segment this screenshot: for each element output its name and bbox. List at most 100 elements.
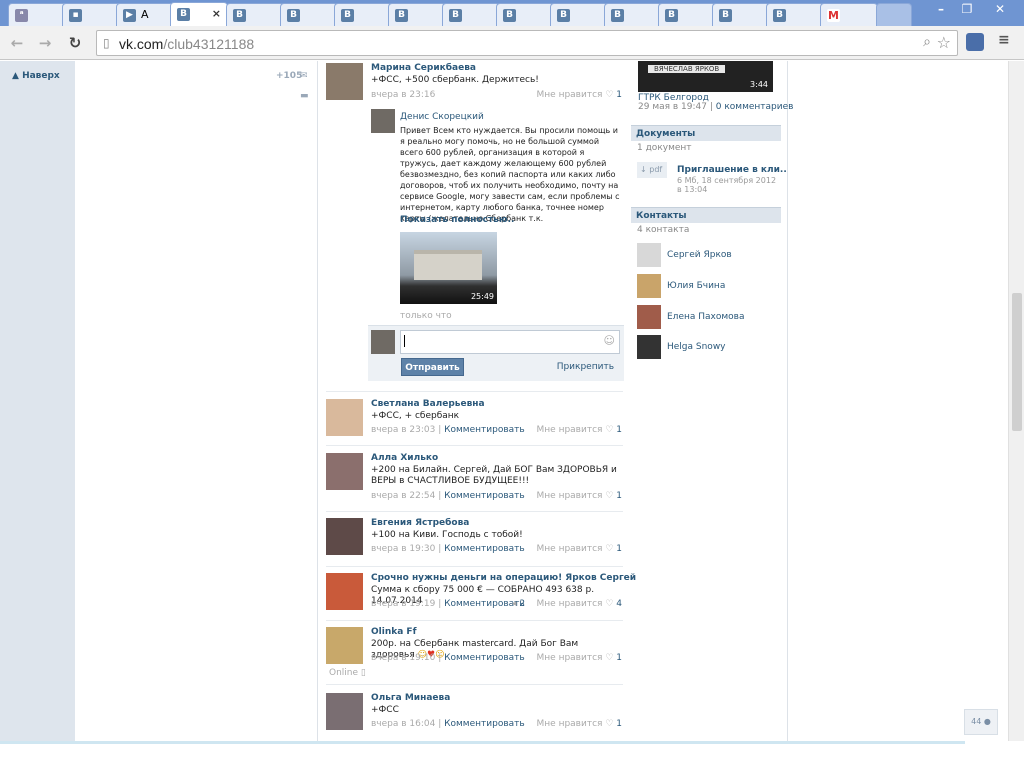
back-arrow-icon[interactable]: ← (6, 32, 28, 54)
comment-time[interactable]: вчера в 19:30 (371, 544, 435, 554)
extension-icon[interactable] (966, 33, 984, 51)
search-icon[interactable]: ⌕ (923, 34, 931, 50)
show-more-link[interactable]: Показать полностью.. (400, 215, 514, 225)
reply-time[interactable]: только что (400, 311, 452, 321)
tab-10[interactable]: B (496, 3, 554, 26)
video-comments-link[interactable]: 0 комментариев (716, 102, 794, 112)
like-button[interactable]: Мне нравится ♡ 1 (537, 90, 622, 100)
video-thumbnail[interactable]: 25:49 (400, 232, 497, 304)
tab-13[interactable]: B (658, 3, 716, 26)
heart-icon: ♡ (605, 653, 614, 663)
comment-time[interactable]: вчера в 23:16 (371, 90, 435, 100)
avatar[interactable] (326, 627, 363, 664)
message-icon[interactable]: ✉ (300, 71, 308, 81)
contact-item[interactable]: Helga Snowy (637, 335, 787, 361)
scrollbar[interactable] (1008, 61, 1024, 741)
tab-8[interactable]: B (388, 3, 446, 26)
contacts-header[interactable]: Контакты (631, 207, 781, 223)
tab-9[interactable]: B (442, 3, 500, 26)
avatar[interactable] (371, 109, 395, 133)
comment-time[interactable]: вчера в 23:03 (371, 425, 435, 435)
contact-name[interactable]: Елена Пахомова (667, 312, 744, 322)
like-button[interactable]: Мне нравится ♡ 1 (537, 491, 622, 501)
video-thumbnail[interactable]: ВЯЧЕСЛАВ ЯРКОВ 3:44 (638, 61, 773, 92)
comment-time[interactable]: вчера в 16:04 (371, 719, 435, 729)
attach-link[interactable]: Прикрепить (557, 362, 614, 372)
documents-header[interactable]: Документы (631, 125, 781, 141)
smile-icon[interactable]: ☺ (604, 334, 615, 347)
contact-name[interactable]: Helga Snowy (667, 342, 726, 352)
tab-5[interactable]: B (226, 3, 284, 26)
like-button[interactable]: Мне нравится ♡ 1 (537, 425, 622, 435)
back-to-top-link[interactable]: ▲ Наверх (12, 71, 60, 81)
comment-link[interactable]: Комментировать (444, 544, 525, 554)
comment-author[interactable]: Срочно нужны деньги на операцию! Ярков С… (371, 573, 636, 583)
vk-icon: B (395, 9, 408, 22)
horizontal-scrollbar[interactable] (0, 741, 965, 744)
online-friends-button[interactable]: 44 ● (964, 709, 998, 735)
tab-15[interactable]: B (766, 3, 824, 26)
comment-time[interactable]: вчера в 19:19 (371, 599, 435, 609)
comment-icon[interactable]: ▬ (300, 91, 309, 101)
comment-text: +ФСС (371, 705, 399, 715)
like-button[interactable]: Мне нравится ♡ 1 (537, 719, 622, 729)
back-to-top-label: Наверх (22, 71, 60, 81)
contact-item[interactable]: Елена Пахомова (637, 305, 787, 331)
avatar[interactable] (326, 399, 363, 436)
scrollbar-thumb[interactable] (1012, 293, 1022, 431)
tab-16[interactable]: M (820, 3, 878, 26)
avatar[interactable] (326, 573, 363, 610)
tab-active[interactable]: B × (170, 2, 228, 26)
tab-7[interactable]: B (334, 3, 392, 26)
comment-link[interactable]: Комментировать (444, 491, 525, 501)
tab-12[interactable]: B (604, 3, 662, 26)
contact-name[interactable]: Юлия Бчина (667, 281, 725, 291)
avatar[interactable] (326, 518, 363, 555)
tab-2[interactable]: ▪ (62, 3, 122, 26)
reply-input[interactable]: ☺ (400, 330, 620, 354)
close-tab-icon[interactable]: × (212, 7, 221, 20)
comment-author[interactable]: Светлана Валерьевна (371, 399, 485, 409)
address-bar[interactable]: ▯ vk.com/club43121188 ⌕ ☆ (96, 30, 958, 56)
like-button[interactable]: Мне нравится ♡ 1 (537, 653, 622, 663)
avatar[interactable] (326, 453, 363, 490)
tab-11[interactable]: B (550, 3, 608, 26)
minimize-icon[interactable]: – (928, 0, 954, 20)
comment-author[interactable]: Ольга Минаева (371, 693, 450, 703)
comment-link[interactable]: Комментировать (444, 653, 525, 663)
like-button[interactable]: Мне нравится ♡ 1 (537, 544, 622, 554)
bookmark-star-icon[interactable]: ☆ (937, 33, 951, 52)
contact-item[interactable]: Юлия Бчина (637, 274, 787, 300)
comment-link[interactable]: Комментировать (444, 719, 525, 729)
avatar[interactable] (326, 693, 363, 730)
comment-author[interactable]: Olinka Ff (371, 627, 416, 637)
like-button[interactable]: ◂ 2 Мне нравится ♡ 4 (512, 599, 622, 609)
comment-author[interactable]: Марина Серикбаева (371, 63, 476, 73)
tab-14[interactable]: B (712, 3, 770, 26)
contact-name[interactable]: Сергей Ярков (667, 250, 732, 260)
maximize-icon[interactable]: ❐ (954, 0, 980, 20)
share-icon[interactable]: ◂ (512, 599, 517, 609)
tab-1[interactable]: ᵃ (8, 3, 68, 26)
new-tab-button[interactable] (876, 3, 912, 26)
comment-author[interactable]: Алла Хилько (371, 453, 438, 463)
video-date: 29 мая в 19:47 (638, 102, 707, 112)
notifications-count[interactable]: +105 (276, 71, 302, 81)
tab-3[interactable]: ▶ А (116, 3, 176, 26)
close-window-icon[interactable]: ✕ (982, 0, 1018, 20)
contact-item[interactable]: Сергей Ярков (637, 243, 787, 269)
avatar[interactable] (326, 63, 363, 100)
comment-author[interactable]: Евгения Ястребова (371, 518, 469, 528)
divider (326, 445, 623, 446)
like-label: Мне нравится (536, 425, 603, 435)
reload-icon[interactable]: ↻ (64, 32, 86, 54)
comment-time[interactable]: вчера в 22:54 (371, 491, 435, 501)
reply-author[interactable]: Денис Скорецкий (400, 112, 484, 122)
comment-time[interactable]: вчера в 19:10 (371, 653, 435, 663)
comment-link[interactable]: Комментировать (444, 425, 525, 435)
send-button[interactable]: Отправить (401, 358, 464, 376)
menu-icon[interactable]: ≡ (998, 32, 1010, 48)
document-link[interactable]: Приглашение в кли.. (677, 165, 787, 175)
forward-arrow-icon[interactable]: → (34, 32, 56, 54)
tab-6[interactable]: B (280, 3, 338, 26)
